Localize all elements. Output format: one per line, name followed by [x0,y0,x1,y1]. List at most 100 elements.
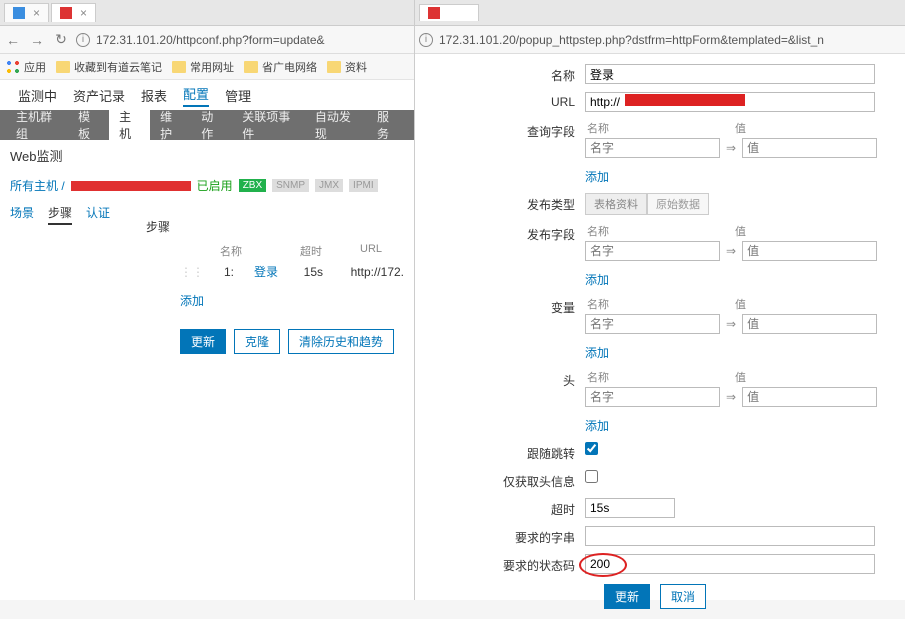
steps-label: 步骤 [146,218,170,235]
step-name-link[interactable]: 登录 [254,263,284,280]
breadcrumb: 所有主机 / 已启用 ZBX SNMP JMX IPMI [0,171,414,200]
drag-handle-icon[interactable]: ⋮⋮ [180,265,204,279]
subnav-services[interactable]: 服务 [367,102,408,148]
tab-steps[interactable]: 步骤 [48,204,72,225]
browser-tab[interactable]: × [51,3,96,22]
var-value-input[interactable] [742,314,877,334]
snmp-badge: SNMP [272,179,309,192]
post-type-raw[interactable]: 原始数据 [647,193,709,215]
back-icon[interactable]: ← [4,31,22,49]
url-input[interactable] [585,92,875,112]
add-step-link[interactable]: 添加 [180,292,204,309]
required-string-input[interactable] [585,526,875,546]
breadcrumb-link[interactable]: 所有主机 / [10,177,65,194]
var-name-input[interactable] [585,314,720,334]
folder-icon [244,61,258,73]
clear-history-button[interactable]: 清除历史和趋势 [288,329,394,354]
step-timeout: 15s [304,265,331,279]
header-pair-row: ⇒ [585,387,895,407]
tab-close-icon[interactable]: × [33,6,40,20]
site-info-icon[interactable]: i [76,33,90,47]
dialog-buttons: 更新 取消 [415,584,895,609]
steps-table-header: 名称 超时 URL [180,243,404,259]
tab-scenario[interactable]: 场景 [10,204,34,225]
label-name: 名称 [415,64,585,84]
tab-favicon [13,7,25,19]
bookmark-item[interactable]: 省广电网络 [244,59,317,75]
post-type-form[interactable]: 表格资料 [585,193,647,215]
header-name-input[interactable] [585,387,720,407]
url-text[interactable]: 172.31.101.20/popup_httpstep.php?dstfrm=… [439,33,901,47]
scenario-tabs: 场景 步骤 认证 [0,200,414,229]
folder-icon [56,61,70,73]
folder-icon [172,61,186,73]
browser-tab[interactable]: × [4,3,49,22]
bookmark-item[interactable]: 资料 [327,59,367,75]
status-enabled: 已启用 [197,177,233,194]
tab-auth[interactable]: 认证 [86,204,110,225]
subnav-maintenance[interactable]: 维护 [150,102,191,148]
name-input[interactable] [585,64,875,84]
table-row: ⋮⋮ 1: 登录 15s http://172. [180,259,404,284]
jmx-badge: JMX [315,179,343,192]
cancel-button[interactable]: 取消 [660,584,706,609]
label-url: URL [415,92,585,109]
add-query-link[interactable]: 添加 [585,168,609,185]
sub-nav: 主机群组 模板 主机 维护 动作 关联项事件 自动发现 服务 [0,110,414,140]
header-value-input[interactable] [742,387,877,407]
add-var-link[interactable]: 添加 [585,344,609,361]
tab-favicon [60,7,72,19]
zbx-badge: ZBX [239,179,266,192]
label-follow: 跟随跳转 [415,442,585,462]
redacted-host [71,181,191,191]
url-text[interactable]: 172.31.101.20/httpconf.php?form=update& [96,33,410,47]
query-pair-row: ⇒ [585,138,895,158]
label-required-code: 要求的状态码 [415,554,585,574]
step-url: http://172. [351,265,404,279]
clone-button[interactable]: 克隆 [234,329,280,354]
tab-close-icon[interactable]: × [80,6,87,20]
update-button[interactable]: 更新 [604,584,650,609]
folder-icon [327,61,341,73]
follow-checkbox[interactable] [585,442,598,455]
post-name-input[interactable] [585,241,720,261]
bookmark-bar: 应用 收藏到有道云笔记 常用网址 省广电网络 资料 [0,54,414,80]
required-code-input[interactable] [585,554,875,574]
head-only-checkbox[interactable] [585,470,598,483]
bookmark-item[interactable]: 收藏到有道云笔记 [56,59,162,75]
subnav-discovery[interactable]: 自动发现 [305,102,367,148]
update-button[interactable]: 更新 [180,329,226,354]
reload-icon[interactable]: ↻ [52,31,70,49]
arrow-icon: ⇒ [726,390,736,404]
forward-icon[interactable]: → [28,31,46,49]
subnav-correlation[interactable]: 关联项事件 [232,102,305,148]
arrow-icon: ⇒ [726,244,736,258]
arrow-icon: ⇒ [726,317,736,331]
subnav-hostgroups[interactable]: 主机群组 [6,102,68,148]
tab-bar: × × [0,0,414,26]
apps-icon [6,60,20,74]
site-info-icon[interactable]: i [419,33,433,47]
ipmi-badge: IPMI [349,179,378,192]
subnav-actions[interactable]: 动作 [191,102,232,148]
browser-tab[interactable] [419,4,479,21]
label-timeout: 超时 [415,498,585,518]
subnav-hosts[interactable]: 主机 [109,102,150,148]
add-post-link[interactable]: 添加 [585,271,609,288]
add-header-link[interactable]: 添加 [585,417,609,434]
var-pair-row: ⇒ [585,314,895,334]
query-name-input[interactable] [585,138,720,158]
arrow-icon: ⇒ [726,141,736,155]
query-value-input[interactable] [742,138,877,158]
label-post-fields: 发布字段 [415,223,585,243]
post-pair-row: ⇒ [585,241,895,261]
label-required-string: 要求的字串 [415,526,585,546]
address-bar: ← → ↻ i 172.31.101.20/httpconf.php?form=… [0,26,414,54]
label-post-type: 发布类型 [415,193,585,213]
apps-button[interactable]: 应用 [6,59,46,75]
post-value-input[interactable] [742,241,877,261]
subnav-templates[interactable]: 模板 [68,102,109,148]
bookmark-item[interactable]: 常用网址 [172,59,234,75]
timeout-input[interactable] [585,498,675,518]
address-bar: i 172.31.101.20/popup_httpstep.php?dstfr… [415,26,905,54]
